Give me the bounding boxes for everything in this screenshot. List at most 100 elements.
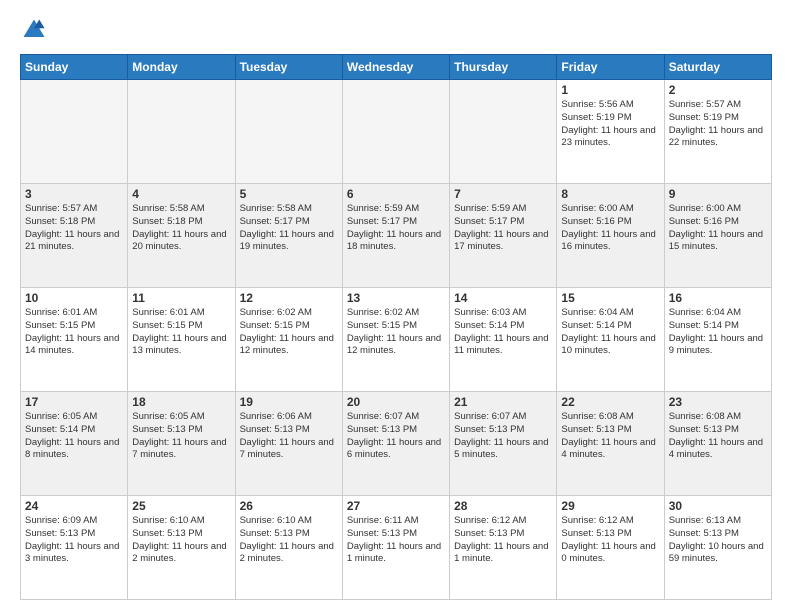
day-info: Sunrise: 6:02 AMSunset: 5:15 PMDaylight:… <box>347 307 445 358</box>
calendar-cell: 18Sunrise: 6:05 AMSunset: 5:13 PMDayligh… <box>128 392 235 496</box>
day-info: Sunrise: 6:07 AMSunset: 5:13 PMDaylight:… <box>347 411 445 462</box>
day-number: 9 <box>669 187 767 201</box>
calendar-cell: 28 Sunrise: 6:12 AMSunset: 5:13 PMDayligh… <box>450 496 557 600</box>
calendar-week-row: 17 Sunrise: 6:05 AMSunset: 5:14 PMDayligh… <box>21 392 772 496</box>
day-info: Sunrise: 6:11 AMSunset: 5:13 PMDaylight:… <box>347 515 445 566</box>
day-number: 17 <box>25 395 123 409</box>
day-number: 28 <box>454 499 552 513</box>
calendar-cell: 5 Sunrise: 5:58 AMSunset: 5:17 PMDaylight… <box>235 184 342 288</box>
day-number: 8 <box>561 187 659 201</box>
calendar-cell <box>21 80 128 184</box>
day-number: 21 <box>454 395 552 409</box>
calendar-cell: 17 Sunrise: 6:05 AMSunset: 5:14 PMDayligh… <box>21 392 128 496</box>
calendar-cell: 26 Sunrise: 6:10 AMSunset: 5:13 PMDayligh… <box>235 496 342 600</box>
calendar-cell: 6 Sunrise: 5:59 AMSunset: 5:17 PMDaylight… <box>342 184 449 288</box>
calendar-cell: 20 Sunrise: 6:07 AMSunset: 5:13 PMDayligh… <box>342 392 449 496</box>
day-info: Sunrise: 6:07 AMSunset: 5:13 PMDaylight:… <box>454 411 552 462</box>
calendar-day-header: Thursday <box>450 55 557 80</box>
calendar-cell: 27 Sunrise: 6:11 AMSunset: 5:13 PMDayligh… <box>342 496 449 600</box>
day-info: Sunrise: 6:00 AMSunset: 5:16 PMDaylight:… <box>669 203 767 254</box>
calendar-cell: 1 Sunrise: 5:56 AMSunset: 5:19 PMDaylight… <box>557 80 664 184</box>
day-number: 15 <box>561 291 659 305</box>
calendar-cell: 9 Sunrise: 6:00 AMSunset: 5:16 PMDaylight… <box>664 184 771 288</box>
calendar-cell: 7 Sunrise: 5:59 AMSunset: 5:17 PMDaylight… <box>450 184 557 288</box>
logo <box>20 16 52 44</box>
day-info: Sunrise: 6:02 AMSunset: 5:15 PMDaylight:… <box>240 307 338 358</box>
day-number: 26 <box>240 499 338 513</box>
day-number: 5 <box>240 187 338 201</box>
day-info: Sunrise: 6:01 AMSunset: 5:15 PMDaylight:… <box>25 307 123 358</box>
day-info: Sunrise: 5:59 AMSunset: 5:17 PMDaylight:… <box>454 203 552 254</box>
day-info: Sunrise: 6:08 AMSunset: 5:13 PMDaylight:… <box>561 411 659 462</box>
calendar-cell: 14 Sunrise: 6:03 AMSunset: 5:14 PMDayligh… <box>450 288 557 392</box>
calendar-cell: 25 Sunrise: 6:10 AMSunset: 5:13 PMDayligh… <box>128 496 235 600</box>
calendar-day-header: Friday <box>557 55 664 80</box>
calendar-header-row: SundayMondayTuesdayWednesdayThursdayFrid… <box>21 55 772 80</box>
day-number: 12 <box>240 291 338 305</box>
day-info: Sunrise: 6:10 AMSunset: 5:13 PMDaylight:… <box>132 515 230 566</box>
calendar-cell: 12 Sunrise: 6:02 AMSunset: 5:15 PMDayligh… <box>235 288 342 392</box>
calendar-cell: 4 Sunrise: 5:58 AMSunset: 5:18 PMDaylight… <box>128 184 235 288</box>
day-info: Sunrise: 6:03 AMSunset: 5:14 PMDaylight:… <box>454 307 552 358</box>
day-info: Sunrise: 5:57 AMSunset: 5:18 PMDaylight:… <box>25 203 123 254</box>
calendar-cell: 10 Sunrise: 6:01 AMSunset: 5:15 PMDayligh… <box>21 288 128 392</box>
calendar-cell: 11Sunrise: 6:01 AMSunset: 5:15 PMDayligh… <box>128 288 235 392</box>
day-number: 30 <box>669 499 767 513</box>
logo-icon <box>20 16 48 44</box>
day-info: Sunrise: 6:06 AMSunset: 5:13 PMDaylight:… <box>240 411 338 462</box>
day-number: 24 <box>25 499 123 513</box>
day-info: Sunrise: 6:09 AMSunset: 5:13 PMDaylight:… <box>25 515 123 566</box>
day-number: 1 <box>561 83 659 97</box>
day-number: 3 <box>25 187 123 201</box>
day-number: 14 <box>454 291 552 305</box>
calendar-cell: 3 Sunrise: 5:57 AMSunset: 5:18 PMDaylight… <box>21 184 128 288</box>
day-info: Sunrise: 6:08 AMSunset: 5:13 PMDaylight:… <box>669 411 767 462</box>
day-number: 25 <box>132 499 230 513</box>
day-number: 16 <box>669 291 767 305</box>
day-number: 13 <box>347 291 445 305</box>
day-info: Sunrise: 6:04 AMSunset: 5:14 PMDaylight:… <box>561 307 659 358</box>
calendar-day-header: Tuesday <box>235 55 342 80</box>
calendar-cell: 29 Sunrise: 6:12 AMSunset: 5:13 PMDayligh… <box>557 496 664 600</box>
calendar-week-row: 1 Sunrise: 5:56 AMSunset: 5:19 PMDaylight… <box>21 80 772 184</box>
page: SundayMondayTuesdayWednesdayThursdayFrid… <box>0 0 792 612</box>
calendar-cell: 15 Sunrise: 6:04 AMSunset: 5:14 PMDayligh… <box>557 288 664 392</box>
day-info: Sunrise: 6:12 AMSunset: 5:13 PMDaylight:… <box>561 515 659 566</box>
calendar-day-header: Saturday <box>664 55 771 80</box>
day-number: 7 <box>454 187 552 201</box>
calendar-cell: 22 Sunrise: 6:08 AMSunset: 5:13 PMDayligh… <box>557 392 664 496</box>
calendar-cell: 23 Sunrise: 6:08 AMSunset: 5:13 PMDayligh… <box>664 392 771 496</box>
day-info: Sunrise: 5:56 AMSunset: 5:19 PMDaylight:… <box>561 99 659 150</box>
calendar-day-header: Wednesday <box>342 55 449 80</box>
calendar-week-row: 3 Sunrise: 5:57 AMSunset: 5:18 PMDaylight… <box>21 184 772 288</box>
day-number: 23 <box>669 395 767 409</box>
day-number: 27 <box>347 499 445 513</box>
header <box>20 16 772 44</box>
day-number: 2 <box>669 83 767 97</box>
day-number: 20 <box>347 395 445 409</box>
calendar-day-header: Sunday <box>21 55 128 80</box>
day-info: Sunrise: 6:01 AMSunset: 5:15 PMDaylight:… <box>132 307 230 358</box>
day-info: Sunrise: 6:12 AMSunset: 5:13 PMDaylight:… <box>454 515 552 566</box>
calendar-cell <box>450 80 557 184</box>
day-info: Sunrise: 5:58 AMSunset: 5:18 PMDaylight:… <box>132 203 230 254</box>
calendar-cell: 19 Sunrise: 6:06 AMSunset: 5:13 PMDayligh… <box>235 392 342 496</box>
calendar-cell <box>342 80 449 184</box>
day-number: 6 <box>347 187 445 201</box>
day-number: 4 <box>132 187 230 201</box>
calendar-cell: 21 Sunrise: 6:07 AMSunset: 5:13 PMDayligh… <box>450 392 557 496</box>
day-number: 10 <box>25 291 123 305</box>
day-info: Sunrise: 6:13 AMSunset: 5:13 PMDaylight:… <box>669 515 767 566</box>
day-info: Sunrise: 6:04 AMSunset: 5:14 PMDaylight:… <box>669 307 767 358</box>
day-number: 29 <box>561 499 659 513</box>
day-info: Sunrise: 5:58 AMSunset: 5:17 PMDaylight:… <box>240 203 338 254</box>
day-info: Sunrise: 6:05 AMSunset: 5:14 PMDaylight:… <box>25 411 123 462</box>
day-info: Sunrise: 5:59 AMSunset: 5:17 PMDaylight:… <box>347 203 445 254</box>
day-info: Sunrise: 5:57 AMSunset: 5:19 PMDaylight:… <box>669 99 767 150</box>
day-number: 19 <box>240 395 338 409</box>
day-info: Sunrise: 6:10 AMSunset: 5:13 PMDaylight:… <box>240 515 338 566</box>
calendar-cell: 30 Sunrise: 6:13 AMSunset: 5:13 PMDayligh… <box>664 496 771 600</box>
calendar-cell: 13 Sunrise: 6:02 AMSunset: 5:15 PMDayligh… <box>342 288 449 392</box>
day-number: 22 <box>561 395 659 409</box>
calendar-cell <box>128 80 235 184</box>
